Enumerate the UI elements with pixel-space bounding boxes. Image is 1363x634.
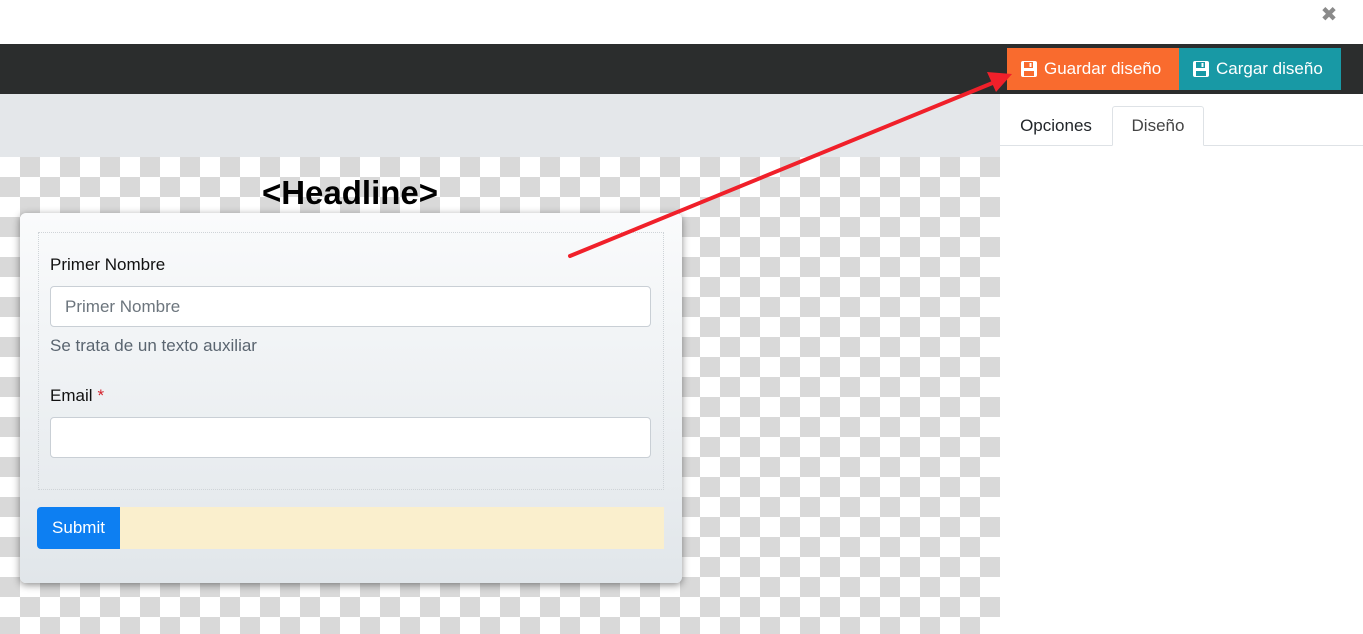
submit-row-background xyxy=(120,507,664,549)
save-icon xyxy=(1021,61,1037,77)
first-name-label: Primer Nombre xyxy=(50,255,166,274)
load-design-label: Cargar diseño xyxy=(1216,59,1323,78)
close-icon[interactable]: ✖ xyxy=(1318,4,1340,26)
save-design-button[interactable]: Guardar diseño xyxy=(1007,48,1179,90)
tab-diseno[interactable]: Diseño xyxy=(1112,106,1204,146)
email-input[interactable] xyxy=(50,417,651,458)
save-icon xyxy=(1193,61,1209,77)
first-name-input[interactable]: Primer Nombre xyxy=(50,286,651,327)
tab-opciones[interactable]: Opciones xyxy=(1000,106,1112,146)
save-design-label: Guardar diseño xyxy=(1044,59,1162,78)
first-name-help-text: Se trata de un texto auxiliar xyxy=(50,336,257,355)
load-design-button[interactable]: Cargar diseño xyxy=(1179,48,1341,90)
email-label-text: Email xyxy=(50,386,93,405)
editor-header-bar xyxy=(0,94,1000,157)
side-panel xyxy=(1000,94,1363,634)
submit-button[interactable]: Submit xyxy=(37,507,120,549)
email-label: Email * xyxy=(50,386,104,406)
form-headline: <Headline> xyxy=(261,174,439,211)
required-marker: * xyxy=(97,386,105,405)
